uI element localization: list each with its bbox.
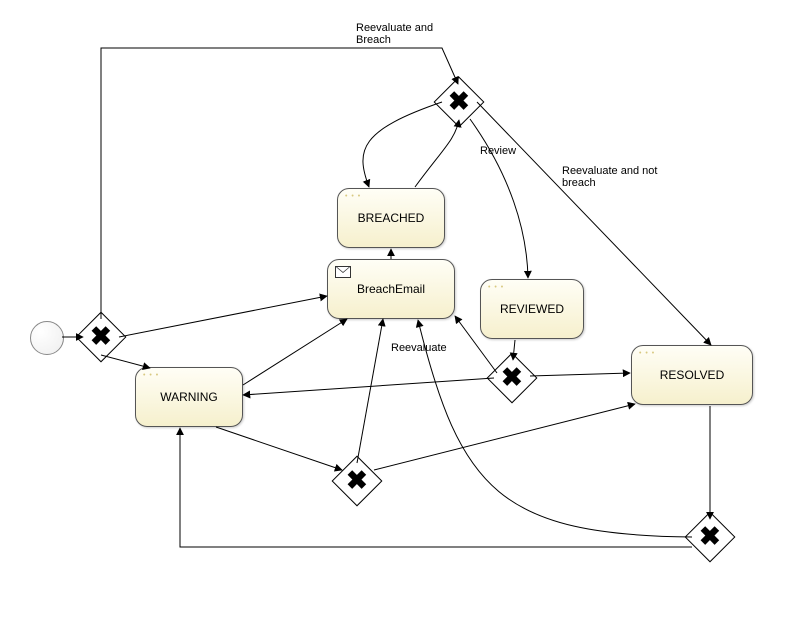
gateway-after-warning[interactable]: ✖ (339, 463, 375, 499)
sequence-flow[interactable] (101, 355, 150, 368)
gateway-after-resolved[interactable]: ✖ (692, 519, 728, 555)
edge-label-reevaluate: Reevaluate (391, 342, 447, 354)
task-label: WARNING (160, 390, 218, 404)
task-label: RESOLVED (660, 368, 724, 382)
task-label: BreachEmail (357, 282, 425, 296)
task-label: BREACHED (358, 211, 425, 225)
sequence-flow[interactable] (243, 378, 494, 395)
sequence-flow[interactable] (243, 319, 347, 385)
sequence-flow[interactable] (363, 102, 442, 187)
sequence-flow[interactable] (470, 119, 528, 278)
task-menu-icon: • • • (639, 350, 655, 357)
task-reviewed[interactable]: • • • REVIEWED (480, 279, 584, 339)
sequence-flow[interactable] (530, 373, 630, 376)
edge-label-reevaluate-breach: Reevaluate and Breach (356, 22, 433, 46)
task-label: REVIEWED (500, 302, 564, 316)
sequence-flow[interactable] (216, 427, 342, 470)
start-event[interactable] (30, 321, 64, 355)
task-resolved[interactable]: • • • RESOLVED (631, 345, 753, 405)
gateway-initial[interactable]: ✖ (83, 319, 119, 355)
task-breach-email[interactable]: BreachEmail (327, 259, 455, 319)
task-menu-icon: • • • (143, 372, 159, 379)
mail-icon (335, 266, 351, 278)
edge-label-review: Review (480, 145, 516, 157)
task-menu-icon: • • • (345, 193, 361, 200)
task-menu-icon: • • • (488, 284, 504, 291)
sequence-flow[interactable] (415, 120, 459, 187)
task-warning[interactable]: • • • WARNING (135, 367, 243, 427)
sequence-flow[interactable] (357, 319, 383, 463)
gateway-top-reevaluate[interactable]: ✖ (441, 84, 477, 120)
edge-label-reevaluate-not-breach: Reevaluate and not breach (562, 165, 657, 189)
sequence-flow[interactable] (180, 428, 692, 547)
diagram-canvas: ✖ ✖ ✖ ✖ ✖ • • • WARNING • • • BREACHED B… (0, 0, 803, 629)
gateway-after-reviewed[interactable]: ✖ (494, 360, 530, 396)
sequence-flow[interactable] (119, 296, 327, 337)
task-breached[interactable]: • • • BREACHED (337, 188, 445, 248)
sequence-flow[interactable] (374, 404, 635, 470)
